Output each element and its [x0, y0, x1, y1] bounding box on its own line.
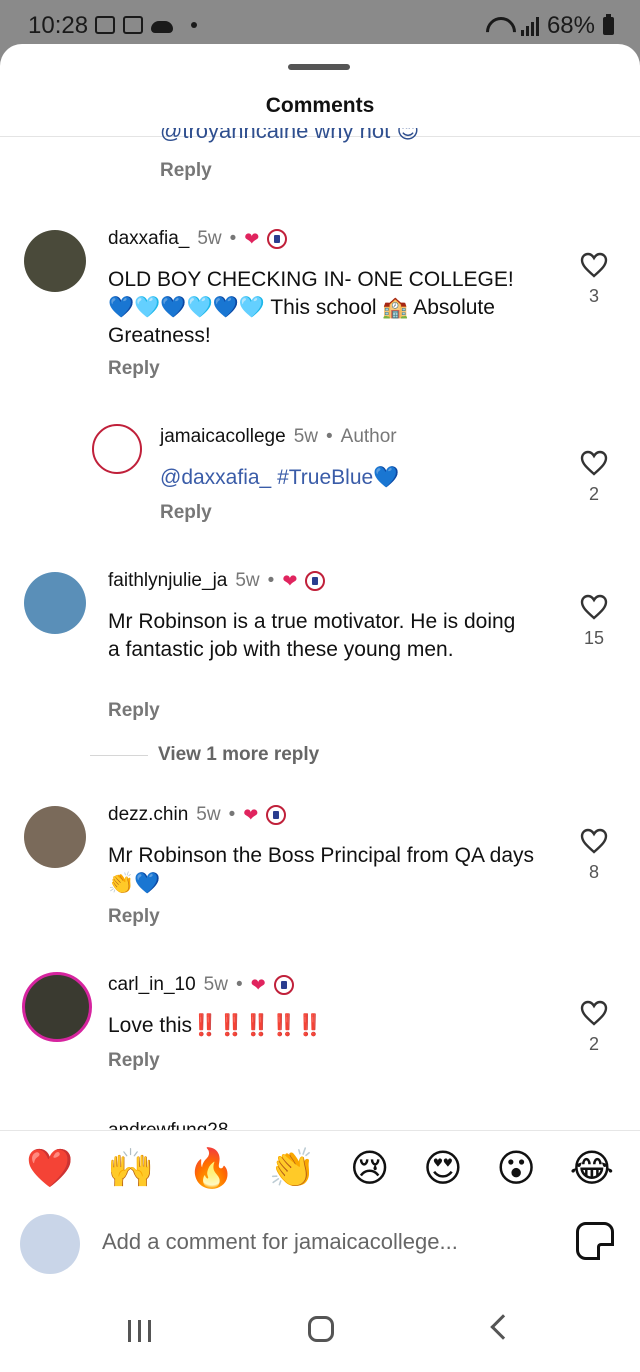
emoji-cry[interactable]: 😢 — [350, 1147, 390, 1212]
crest-icon — [267, 229, 288, 249]
comment-username[interactable]: faithlynjulie_ja — [108, 570, 227, 592]
comment-header: faithlynjulie_ja 5w • ❤ — [108, 570, 326, 592]
comment-text: Mr Robinson is a true motivator. He is d… — [108, 610, 516, 661]
screen-icon — [123, 16, 143, 34]
emoji-raised-hands[interactable]: 🙌 — [107, 1147, 161, 1218]
avatar[interactable] — [92, 424, 142, 474]
reply-button[interactable]: Reply — [108, 906, 160, 928]
status-notification-icons — [95, 16, 197, 34]
emoji-surprised[interactable]: 😮 — [496, 1147, 536, 1212]
comment-text: Love this‼️‼️‼️‼️‼️ — [108, 1014, 323, 1037]
like-control[interactable]: 8 — [576, 828, 612, 883]
reply-button[interactable]: Reply — [108, 358, 160, 380]
like-count: 2 — [588, 484, 599, 504]
crest-icon — [266, 805, 287, 825]
comment-age: 5w — [203, 974, 228, 995]
comment-age: 5w — [197, 228, 222, 249]
comment-header: carl_in_10 5w • ❤ — [108, 974, 294, 996]
battery-icon — [603, 14, 614, 35]
comment-text: OLD BOY CHECKING IN- ONE COLLEGE! 💙🩵💙🩵💙🩵… — [108, 268, 514, 347]
avatar[interactable] — [24, 230, 86, 292]
avatar[interactable] — [24, 806, 86, 868]
cloud-icon — [151, 21, 173, 33]
status-system-icons: 68% — [483, 12, 614, 40]
creator-liked-heart-icon: ❤ — [244, 228, 260, 249]
dot-icon — [191, 22, 197, 28]
comment-username[interactable]: daxxafia_ — [108, 228, 189, 250]
comment-age: 5w — [235, 570, 260, 591]
sticker-icon[interactable] — [576, 1222, 614, 1260]
comment-composer — [0, 1210, 640, 1290]
system-nav-bar — [0, 1290, 640, 1372]
battery-percent: 68% — [546, 12, 595, 39]
recents-button[interactable] — [128, 1320, 151, 1342]
heart-outline-icon[interactable] — [580, 1000, 608, 1026]
reply-button[interactable]: Reply — [108, 1050, 160, 1072]
drag-handle[interactable] — [288, 64, 350, 70]
comment-header: jamaicacollege 5w • Author — [160, 426, 397, 448]
creator-liked-heart-icon: ❤ — [243, 804, 259, 825]
comment-age: 5w — [196, 804, 221, 825]
heart-outline-icon[interactable] — [580, 450, 608, 476]
reply-button[interactable]: Reply — [108, 700, 160, 722]
hashtag-link[interactable]: #TrueBlue💙 — [277, 466, 399, 489]
comments-sheet: Comments @troyanncaine why not 😊 Reply d… — [0, 44, 640, 1372]
wifi-icon — [483, 15, 513, 37]
divider — [90, 754, 148, 756]
reply-button[interactable]: Reply — [160, 502, 212, 524]
emoji-heart[interactable]: ❤️ — [26, 1147, 73, 1212]
like-count: 2 — [588, 1034, 599, 1054]
heart-outline-icon[interactable] — [580, 828, 608, 854]
my-avatar — [20, 1214, 80, 1274]
status-time: 10:28 — [28, 12, 89, 39]
author-tag: Author — [340, 426, 397, 447]
home-button[interactable] — [308, 1316, 334, 1342]
comment-header: dezz.chin 5w • ❤ — [108, 804, 287, 826]
emoji-heart-eyes[interactable]: 😍 — [423, 1147, 463, 1212]
like-control[interactable]: 15 — [576, 594, 612, 649]
reply-button[interactable]: Reply — [160, 160, 212, 182]
comment-text: @daxxafia_ #TrueBlue💙 — [160, 464, 399, 492]
comment-username[interactable]: carl_in_10 — [108, 974, 196, 996]
avatar[interactable] — [24, 572, 86, 634]
comment-username[interactable]: dezz.chin — [108, 804, 188, 826]
emoji-laughing[interactable]: 😂 — [570, 1147, 614, 1212]
partial-comment-text: @troyanncaine why not 😊 — [160, 128, 420, 143]
mention-link[interactable]: @daxxafia_ — [160, 466, 271, 489]
like-count: 15 — [583, 628, 605, 648]
gallery-icon — [95, 16, 115, 34]
view-more-replies[interactable]: View 1 more reply — [90, 744, 319, 766]
sheet-title: Comments — [265, 94, 375, 117]
crest-icon — [273, 975, 294, 995]
back-button[interactable] — [490, 1314, 516, 1340]
view-more-label[interactable]: View 1 more reply — [158, 744, 319, 766]
like-control[interactable]: 2 — [576, 1000, 612, 1055]
heart-outline-icon[interactable] — [580, 594, 608, 620]
comment-text: Mr Robinson the Boss Principal from QA d… — [108, 844, 535, 895]
comment-input[interactable] — [102, 1220, 542, 1264]
heart-outline-icon[interactable] — [580, 252, 608, 278]
emoji-fire[interactable]: 🔥 — [188, 1147, 235, 1212]
comment-header: daxxafia_ 5w • ❤ — [108, 228, 288, 250]
creator-liked-heart-icon: ❤ — [250, 974, 266, 995]
comment-age: 5w — [293, 426, 318, 447]
like-count: 3 — [588, 286, 599, 306]
signal-icon — [520, 16, 539, 36]
comment-username[interactable]: jamaicacollege — [160, 426, 286, 448]
emoji-quick-bar: ❤️ 🙌 🔥 👏 😢 😍 😮 😂 — [0, 1130, 640, 1218]
like-count: 8 — [588, 862, 599, 882]
like-control[interactable]: 3 — [576, 252, 612, 307]
emoji-clap[interactable]: 👏 — [269, 1147, 323, 1218]
avatar[interactable] — [22, 972, 92, 1042]
crest-icon — [305, 571, 326, 591]
creator-liked-heart-icon: ❤ — [282, 570, 298, 591]
like-control[interactable]: 2 — [576, 450, 612, 505]
